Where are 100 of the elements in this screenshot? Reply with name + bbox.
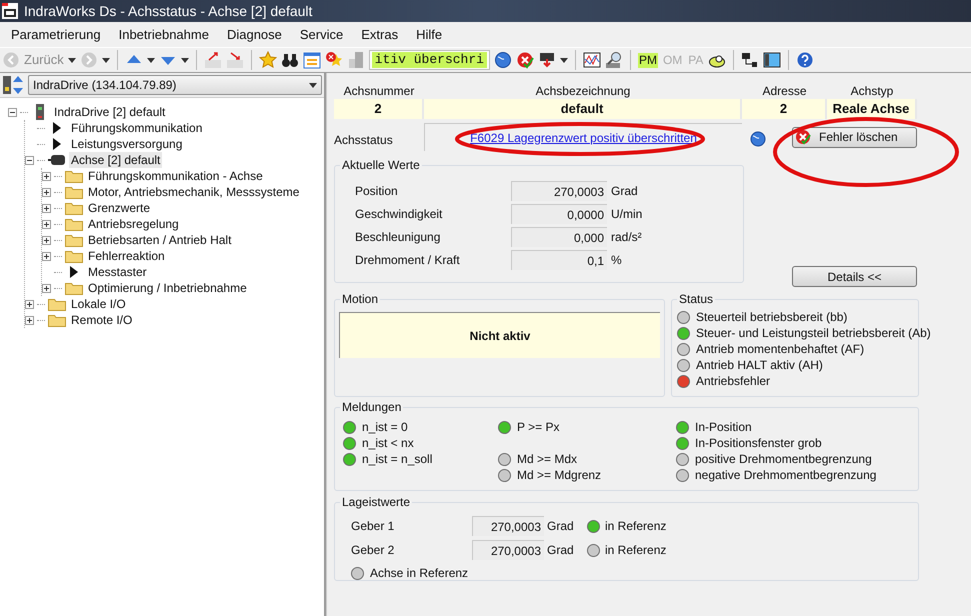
collapse-icon[interactable]: [8, 108, 17, 116]
error-check-icon: [795, 129, 811, 145]
field-label: Position: [355, 182, 399, 200]
folder-icon: [65, 185, 83, 199]
download-icon[interactable]: [538, 51, 556, 69]
unit-label: Grad: [547, 518, 575, 535]
drive-switch-icon[interactable]: [2, 75, 26, 95]
folder-icon: [65, 217, 83, 231]
search-field[interactable]: itiv überschri: [368, 50, 490, 70]
dropdown-caret-icon[interactable]: [146, 58, 155, 62]
status-label: Antrieb HALT aktiv (AH): [696, 357, 823, 374]
tree-item[interactable]: Optimierung / Inbetriebnahme: [86, 280, 249, 296]
dropdown-caret-icon[interactable]: [180, 58, 189, 62]
help-icon[interactable]: [796, 51, 814, 69]
expand-icon[interactable]: [42, 204, 51, 212]
tree-item[interactable]: Betriebsarten / Antrieb Halt: [86, 232, 234, 248]
device-dropdown[interactable]: IndraDrive (134.104.79.89): [28, 75, 322, 95]
menu-item[interactable]: Hilfe: [416, 24, 442, 44]
tree-item[interactable]: Antriebsregelung: [86, 216, 181, 232]
message-label: n_ist = 0: [362, 419, 408, 436]
field-label: Geber 1: [351, 518, 396, 535]
value-field: 270,0003: [472, 540, 544, 560]
table-cell: 2: [742, 99, 827, 119]
network-icon[interactable]: [741, 51, 760, 69]
menu-item[interactable]: Inbetriebnahme: [118, 24, 209, 44]
globe-icon[interactable]: [494, 51, 512, 69]
menu-item[interactable]: Parametrierung: [11, 24, 101, 44]
field-label: Drehmoment / Kraft: [355, 252, 461, 268]
folder-icon: [65, 249, 83, 263]
monitor-icon[interactable]: [763, 51, 782, 69]
status-label: Steuer- und Leistungsteil betriebsbereit (Ab): [696, 325, 931, 342]
expand-icon[interactable]: [42, 172, 51, 180]
column-header: Adresse: [761, 83, 808, 99]
clear-error-button[interactable]: Fehler löschen: [792, 126, 917, 148]
star-icon[interactable]: [258, 51, 277, 69]
unit-label: rad/s²: [611, 228, 642, 246]
tree-item[interactable]: Leistungsversorgung: [69, 136, 184, 152]
tree-item[interactable]: Fehlerreaktion: [86, 248, 167, 264]
chart-icon[interactable]: [582, 51, 601, 69]
tree-item[interactable]: Führungskommunikation: [69, 120, 204, 136]
unit-label: U/min: [611, 206, 642, 222]
dropdown-caret-icon[interactable]: [102, 58, 110, 62]
expand-icon[interactable]: [42, 188, 51, 196]
group-title: Meldungen: [340, 399, 404, 415]
menu-item[interactable]: Service: [300, 24, 344, 44]
drive-icon: [35, 104, 45, 120]
parameter-download-icon[interactable]: [226, 51, 244, 69]
parameter-upload-icon[interactable]: [204, 51, 222, 69]
value-field: 0,1: [511, 250, 607, 270]
expand-icon[interactable]: [42, 252, 51, 260]
tree-item[interactable]: Motor, Antriebsmechanik, Messsysteme: [86, 184, 302, 200]
message-label: P >= Px: [517, 419, 560, 436]
binoculars-icon[interactable]: [280, 51, 299, 69]
unit-label: %: [611, 252, 622, 268]
menu-item[interactable]: Diagnose: [226, 24, 282, 44]
tree-item[interactable]: Messtaster: [86, 264, 149, 280]
motor-icon: [48, 155, 66, 165]
unit-label: Grad: [547, 542, 575, 559]
tree-item[interactable]: Achse [2] default: [69, 152, 162, 168]
tree-item[interactable]: Lokale I/O: [69, 296, 128, 312]
collapse-icon[interactable]: [25, 156, 34, 164]
star-error-icon[interactable]: [324, 51, 343, 69]
reference-label: in Referenz: [605, 518, 666, 535]
dropdown-caret-icon[interactable]: [560, 58, 568, 62]
message-label: Md >= Mdx: [517, 451, 578, 468]
expand-icon[interactable]: [42, 236, 51, 244]
expand-icon[interactable]: [25, 300, 34, 308]
dropdown-caret-icon[interactable]: [68, 58, 76, 62]
arrow-icon: [70, 266, 78, 278]
value-field: 270,0003: [472, 516, 544, 536]
message-label: negative Drehmomentbegrenzung: [695, 467, 876, 484]
reference-label: in Referenz: [605, 542, 666, 559]
tree-item[interactable]: Führungskommunikation - Achse: [86, 168, 265, 184]
folder-icon: [65, 281, 83, 295]
message-label: n_ist = n_soll: [362, 451, 432, 468]
folder-icon: [65, 169, 83, 183]
field-label: Geber 2: [351, 542, 396, 559]
tree-item[interactable]: IndraDrive [2] default: [52, 104, 168, 120]
table-cell: Reale Achse: [827, 99, 917, 119]
dropdown-caret-icon[interactable]: [309, 82, 317, 88]
expand-icon[interactable]: [25, 316, 34, 324]
mode-button[interactable]: PM: [638, 52, 658, 68]
expand-icon[interactable]: [42, 220, 51, 228]
arrow-icon: [53, 122, 61, 134]
magnifier-icon[interactable]: [604, 51, 623, 69]
message-label: In-Position: [695, 419, 752, 436]
error-check-icon[interactable]: [516, 51, 534, 69]
message-label: In-Positionsfenster grob: [695, 435, 822, 452]
arrow-icon: [53, 138, 61, 150]
tree-item[interactable]: Grenzwerte: [86, 200, 152, 216]
field-label: Geschwindigkeit: [355, 206, 444, 222]
column-header: Achsnummer: [342, 83, 416, 99]
calendar-icon[interactable]: [302, 51, 321, 69]
globe-icon[interactable]: [750, 131, 766, 147]
field-label: Achsstatus: [334, 132, 394, 148]
tree-item[interactable]: Remote I/O: [69, 312, 134, 328]
status-label: Antrieb momentenbehaftet (AF): [696, 341, 864, 358]
details-button[interactable]: Details <<: [792, 266, 917, 287]
menu-item[interactable]: Extras: [361, 24, 398, 44]
expand-icon[interactable]: [42, 284, 51, 292]
